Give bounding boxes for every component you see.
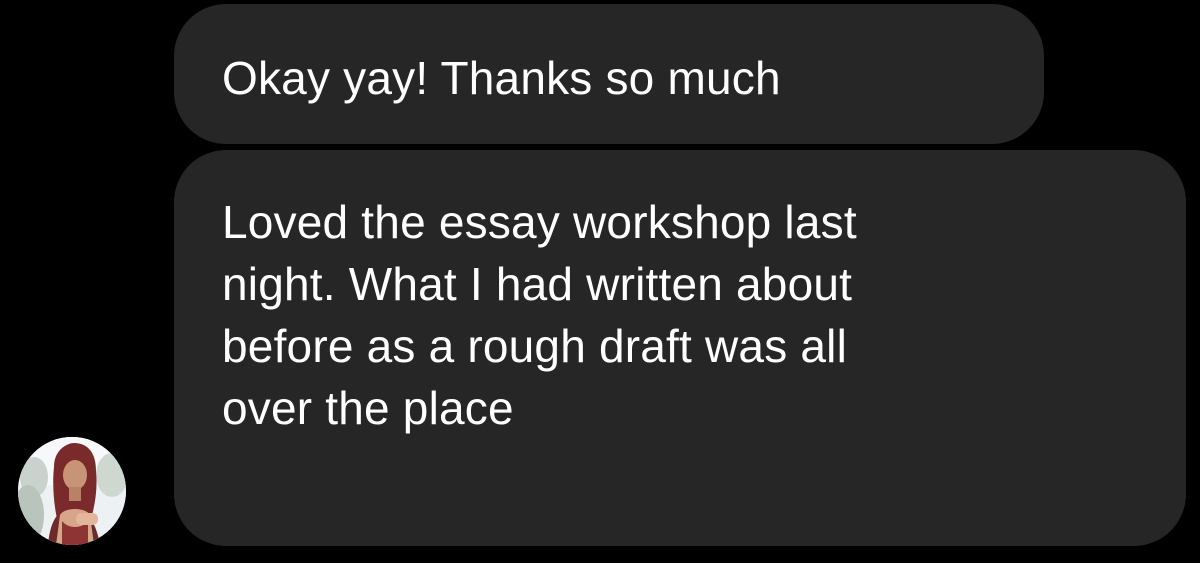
message-text-line: night. What I had written about (222, 258, 853, 310)
message-bubble[interactable]: Loved the essay workshop last night. Wha… (174, 150, 1186, 546)
sender-avatar[interactable] (18, 437, 126, 545)
message-text-line: before as a rough draft was all (222, 320, 847, 372)
message-text-line: over the place (222, 382, 514, 434)
avatar-photo-icon (18, 437, 126, 545)
message-text-line: Loved the essay workshop last (222, 196, 857, 248)
message-text-line: Okay yay! Thanks so much (222, 52, 781, 104)
message-bubble[interactable]: Okay yay! Thanks so much (174, 4, 1044, 144)
message-thread: Okay yay! Thanks so much Loved the essay… (0, 0, 1200, 563)
